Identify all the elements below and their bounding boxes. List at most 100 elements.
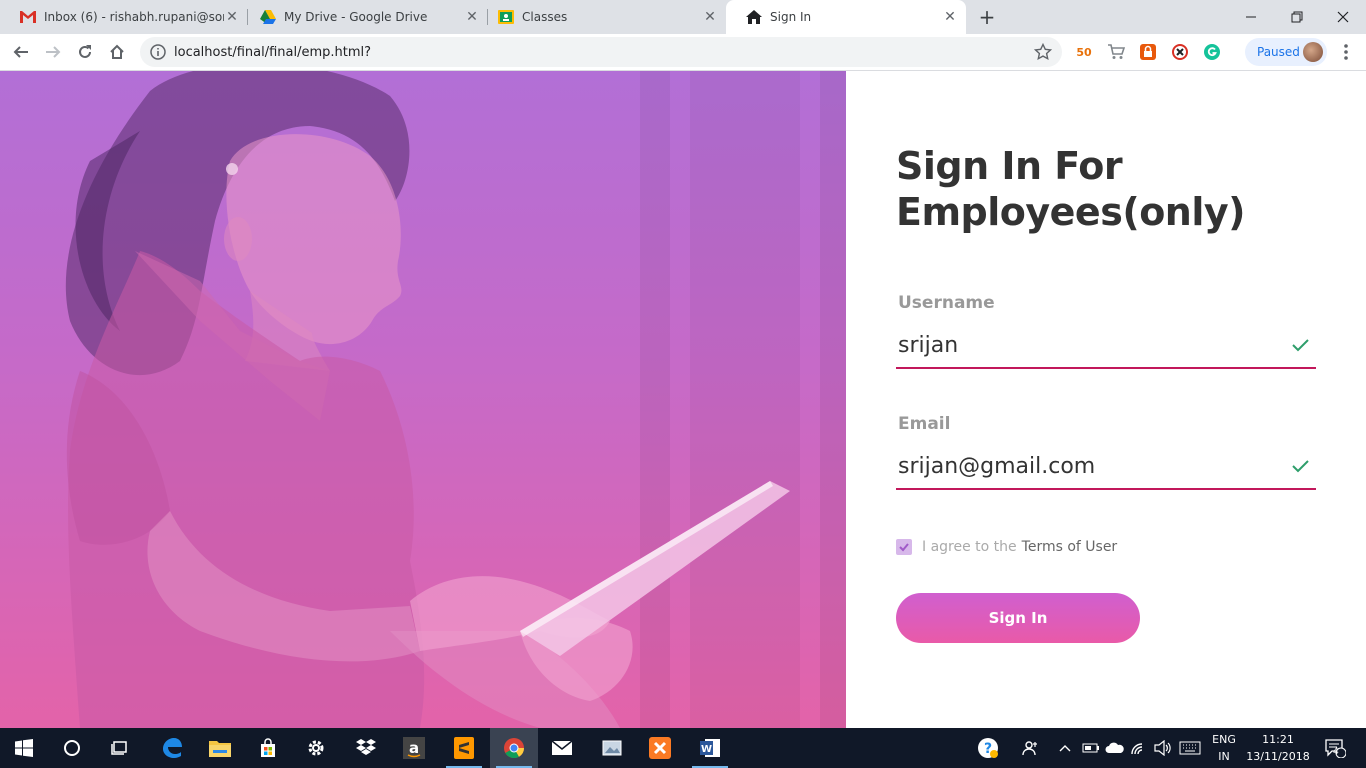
tab-title: Inbox (6) - rishabh.rupani@soma: [44, 10, 224, 24]
taskbar-settings[interactable]: [292, 728, 340, 768]
valid-check-icon: [1292, 460, 1309, 473]
tab-sign-in[interactable]: Sign In ✕: [726, 0, 966, 34]
tab-gmail[interactable]: Inbox (6) - rishabh.rupani@soma ✕: [0, 0, 248, 34]
taskbar-word[interactable]: W: [686, 728, 734, 768]
checkmark-icon: [899, 543, 909, 552]
username-label: Username: [898, 293, 995, 313]
shopping-cart-icon[interactable]: [1107, 43, 1125, 61]
valid-check-icon: [1292, 339, 1309, 352]
reload-icon: [79, 45, 91, 58]
task-view-button[interactable]: [96, 728, 144, 768]
keyboard-icon[interactable]: [1176, 728, 1204, 768]
home-button[interactable]: [105, 40, 129, 64]
svg-text:a: a: [409, 739, 419, 757]
tab-classes[interactable]: Classes ✕: [478, 0, 726, 34]
back-button[interactable]: [9, 40, 33, 64]
sign-in-form: Sign In For Employees(only) Username Ema…: [846, 71, 1366, 728]
terms-link[interactable]: Terms of User: [1022, 539, 1118, 555]
url-text[interactable]: localhost/final/final/emp.html?: [174, 45, 1034, 60]
taskbar-edge[interactable]: [148, 728, 196, 768]
help-tray-icon[interactable]: ?: [974, 728, 1002, 768]
username-field-container: [896, 325, 1316, 369]
xampp-icon: [649, 737, 671, 759]
close-tab-icon[interactable]: ✕: [224, 9, 240, 25]
taskbar-chrome[interactable]: [490, 728, 538, 768]
input-language-indicator[interactable]: ENG IN: [1206, 731, 1242, 765]
amazon-icon: a: [403, 737, 425, 759]
taskbar-photos[interactable]: [588, 728, 636, 768]
svg-text:W: W: [701, 744, 712, 755]
close-tab-icon[interactable]: ✕: [702, 9, 718, 25]
terms-agreement: I agree to the Terms of User: [896, 539, 1117, 555]
google-drive-icon: [260, 9, 276, 25]
taskbar-amazon[interactable]: a: [390, 728, 438, 768]
home-outline-icon: [110, 44, 124, 59]
hero-photo: [0, 71, 846, 728]
taskbar-dropbox[interactable]: [342, 728, 390, 768]
dropbox-icon: [356, 739, 376, 755]
woman-with-tablet-illustration: [65, 71, 846, 728]
notification-count: 4: [1333, 747, 1339, 757]
home-icon: [746, 9, 762, 25]
avatar: [1303, 42, 1323, 62]
reload-button[interactable]: [73, 40, 97, 64]
gear-icon: [308, 740, 324, 756]
onedrive-icon[interactable]: [1104, 728, 1126, 768]
extension-lock-icon[interactable]: [1139, 43, 1157, 61]
photos-icon: [602, 740, 622, 756]
back-arrow-icon: [13, 46, 28, 58]
people-tray-icon[interactable]: [1018, 728, 1044, 768]
browser-toolbar: localhost/final/final/emp.html? 50 Pause…: [0, 34, 1366, 71]
restore-button[interactable]: [1274, 0, 1320, 34]
extension-block-icon[interactable]: [1171, 43, 1189, 61]
battery-icon[interactable]: [1080, 728, 1102, 768]
agree-text: I agree to the: [922, 539, 1017, 555]
close-tab-icon[interactable]: ✕: [942, 9, 958, 25]
email-field-container: [896, 446, 1316, 490]
info-icon[interactable]: [150, 44, 166, 60]
profile-paused-button[interactable]: Paused: [1245, 38, 1327, 66]
clock-date: 13/11/2018: [1246, 750, 1310, 763]
extension-50-icon[interactable]: 50: [1075, 43, 1093, 61]
start-button[interactable]: [0, 728, 48, 768]
minimize-button[interactable]: [1228, 0, 1274, 34]
chrome-icon: [504, 738, 525, 759]
profile-status-label: Paused: [1257, 45, 1300, 59]
clock-time: 11:21: [1262, 733, 1294, 746]
username-input[interactable]: [898, 325, 1278, 365]
windows-taskbar: a W ? ENG IN 11:21 13/11/2018 4: [0, 728, 1366, 768]
system-clock[interactable]: 11:21 13/11/2018: [1246, 731, 1310, 765]
forward-button[interactable]: [41, 40, 65, 64]
email-label: Email: [898, 414, 951, 434]
new-tab-button[interactable]: +: [976, 6, 998, 28]
taskbar-mail[interactable]: [538, 728, 586, 768]
search-button[interactable]: [48, 728, 96, 768]
grammarly-icon[interactable]: [1203, 43, 1221, 61]
taskbar-file-explorer[interactable]: [196, 728, 244, 768]
bookmark-star-icon[interactable]: [1034, 43, 1052, 61]
language-code: ENG: [1212, 733, 1236, 746]
mail-icon: [551, 740, 573, 755]
chrome-menu-icon[interactable]: [1336, 42, 1356, 62]
windows-logo-icon: [15, 739, 33, 757]
volume-icon[interactable]: [1152, 728, 1174, 768]
agree-checkbox[interactable]: [896, 539, 912, 555]
sign-in-button[interactable]: Sign In: [896, 593, 1140, 643]
close-window-button[interactable]: [1320, 0, 1366, 34]
region-code: IN: [1218, 750, 1230, 763]
word-icon: W: [700, 739, 720, 757]
page-content: Sign In For Employees(only) Username Ema…: [0, 71, 1366, 728]
browser-tab-strip: Inbox (6) - rishabh.rupani@soma ✕ My Dri…: [0, 0, 1366, 34]
tab-title: Sign In: [770, 10, 812, 24]
folder-icon: [209, 741, 231, 757]
taskbar-store[interactable]: [244, 728, 292, 768]
taskbar-sublime-text[interactable]: [440, 728, 488, 768]
address-bar[interactable]: localhost/final/final/emp.html?: [140, 37, 1062, 67]
action-center-button[interactable]: 4: [1320, 728, 1350, 768]
tab-google-drive[interactable]: My Drive - Google Drive ✕: [240, 0, 488, 34]
show-hidden-icons-chevron-icon[interactable]: [1056, 728, 1074, 768]
email-input[interactable]: [898, 446, 1278, 486]
taskbar-xampp[interactable]: [636, 728, 684, 768]
wifi-icon[interactable]: [1128, 728, 1150, 768]
tab-title: My Drive - Google Drive: [284, 10, 428, 24]
